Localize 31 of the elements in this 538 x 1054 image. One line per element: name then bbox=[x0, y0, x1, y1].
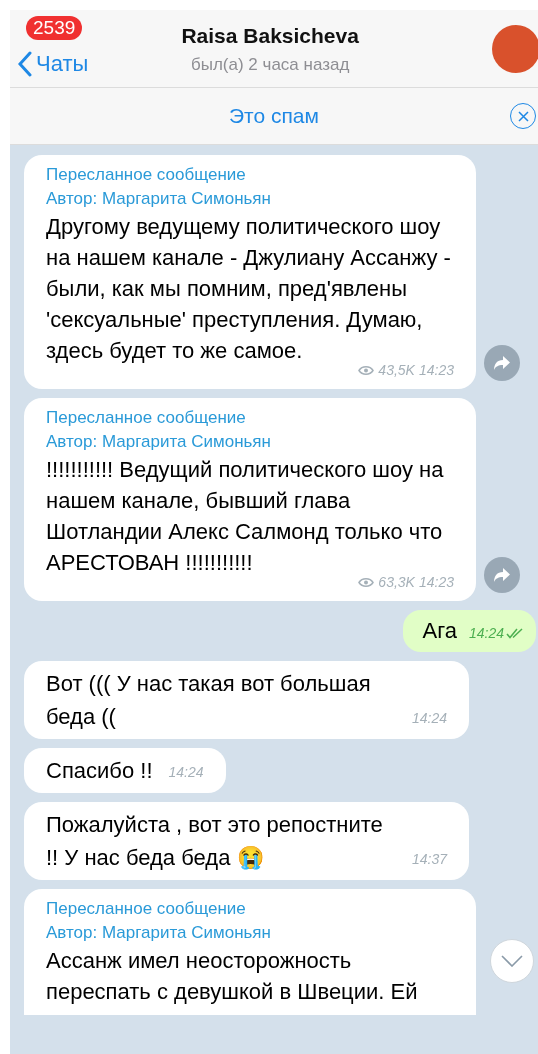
author-link[interactable]: Автор: Маргарита Симоньян bbox=[46, 187, 271, 211]
unread-badge: 2539 bbox=[26, 16, 83, 40]
forwarded-label: Пересланное сообщение bbox=[46, 164, 247, 186]
message-text: Спасибо !! bbox=[46, 757, 153, 785]
message-text: Вот ((( У нас такая вот большая беда (( bbox=[46, 670, 372, 731]
avatar[interactable] bbox=[492, 24, 538, 73]
share-button[interactable] bbox=[484, 345, 520, 381]
message-text: Ага bbox=[422, 617, 457, 645]
message-time: 14:24 bbox=[168, 763, 204, 782]
chevron-left-icon bbox=[18, 50, 32, 77]
author-link[interactable]: Автор: Маргарита Симоньян bbox=[46, 430, 271, 454]
eye-icon bbox=[358, 365, 375, 376]
forwarded-label: Пересланное сообщение bbox=[46, 898, 247, 920]
close-icon bbox=[517, 110, 529, 122]
message-text: Ассанж имел неосторожность переспать с девушкой в Швеции. Ей bbox=[46, 947, 419, 1006]
scroll-down-button[interactable] bbox=[490, 939, 534, 983]
last-seen-status: был(а) 2 часа назад bbox=[190, 53, 350, 76]
share-button[interactable] bbox=[484, 557, 520, 593]
eye-icon bbox=[358, 577, 375, 588]
share-arrow-icon bbox=[493, 567, 511, 583]
report-spam-button[interactable]: Это спам bbox=[229, 100, 319, 132]
message-time: 14:24 bbox=[468, 624, 504, 643]
back-button[interactable]: Чаты bbox=[10, 47, 89, 80]
message-time: 14:37 bbox=[412, 850, 448, 869]
message-text: Пожалуйста , вот это репостните !! У нас беда беда 😭 bbox=[46, 811, 384, 872]
chevron-down-icon bbox=[501, 955, 523, 967]
author-link[interactable]: Автор: Маргарита Симоньян bbox=[46, 921, 271, 945]
share-arrow-icon bbox=[493, 355, 511, 371]
contact-name: Raisa Baksicheva bbox=[181, 23, 359, 49]
message-time: 14:24 bbox=[412, 709, 448, 728]
forwarded-label: Пересланное сообщение bbox=[46, 407, 247, 429]
